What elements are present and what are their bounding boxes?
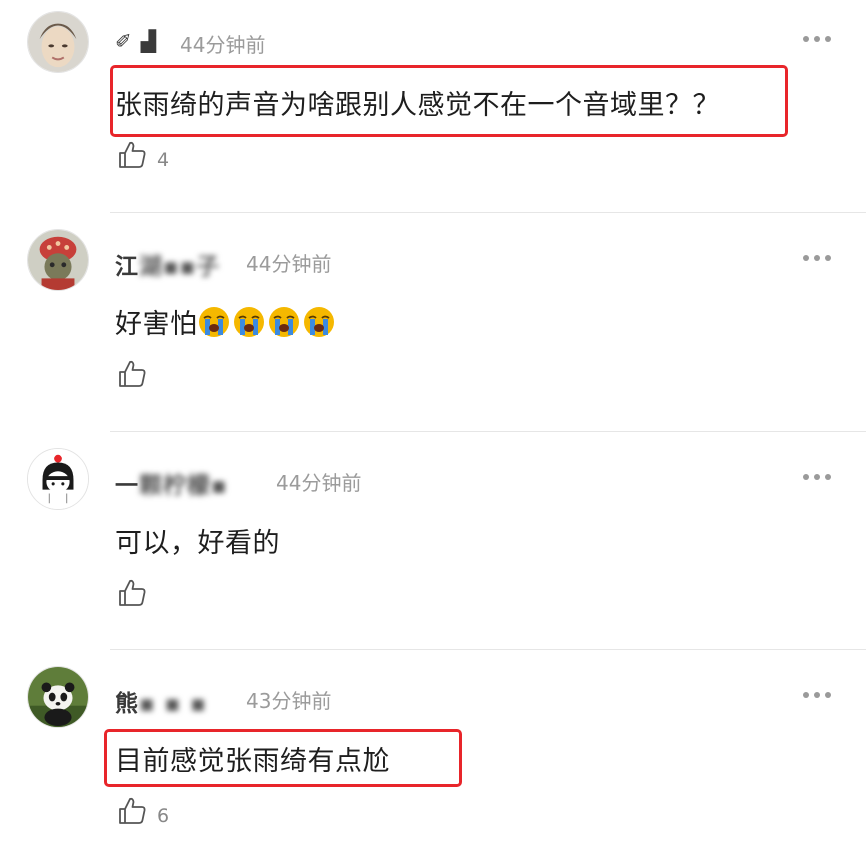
avatar[interactable] [27, 229, 89, 291]
timestamp: 44分钟前 [276, 471, 362, 495]
more-dots-icon[interactable] [803, 474, 831, 480]
thumbs-up-icon [117, 359, 147, 389]
crying-face-icon [198, 307, 233, 340]
crying-face-icon [233, 307, 268, 340]
like-button[interactable]: 4 [117, 140, 169, 170]
timestamp: 43分钟前 [246, 689, 332, 713]
more-dots-icon[interactable] [803, 36, 831, 42]
thumbs-up-icon [117, 796, 147, 826]
more-dots-icon[interactable] [803, 692, 831, 698]
comment-text: 好害怕 [115, 302, 338, 341]
like-button[interactable] [117, 359, 157, 389]
comment-item: 熊▪ ▪ ▪ 43分钟前 目前感觉张雨绮有点尬 6 [0, 650, 866, 842]
avatar[interactable] [27, 11, 89, 73]
username[interactable]: 江湖▪▪子 [115, 247, 220, 281]
crying-face-icon [268, 307, 303, 340]
thumbs-up-icon [117, 578, 147, 608]
comment-item: ✐ ▟ 44分钟前 张雨绮的声音为啥跟别人感觉不在一个音域里？？ 4 [0, 0, 866, 212]
username[interactable]: 熊▪ ▪ ▪ [115, 684, 207, 718]
thumbs-up-icon [117, 140, 147, 170]
timestamp: 44分钟前 [246, 252, 332, 276]
comment-item: 一颗柠檬▪ 44分钟前 可以，好看的 [0, 432, 866, 649]
crying-face-icon [303, 307, 338, 340]
comment-text: 可以，好看的 [115, 528, 280, 559]
like-count: 6 [157, 805, 170, 827]
username[interactable]: ✐ ▟ [115, 28, 157, 54]
timestamp: 44分钟前 [180, 33, 266, 57]
comment-text: 张雨绮的声音为啥跟别人感觉不在一个音域里？？ [115, 90, 720, 121]
comment-item: 江湖▪▪子 44分钟前 好害怕 [0, 213, 866, 431]
like-button[interactable]: 6 [117, 796, 169, 826]
username[interactable]: 一颗柠檬▪ [115, 466, 228, 500]
avatar[interactable] [27, 448, 89, 510]
avatar[interactable] [27, 666, 89, 728]
like-button[interactable] [117, 578, 157, 608]
more-dots-icon[interactable] [803, 255, 831, 261]
like-count: 4 [157, 149, 170, 171]
comment-text: 目前感觉张雨绮有点尬 [115, 746, 390, 777]
